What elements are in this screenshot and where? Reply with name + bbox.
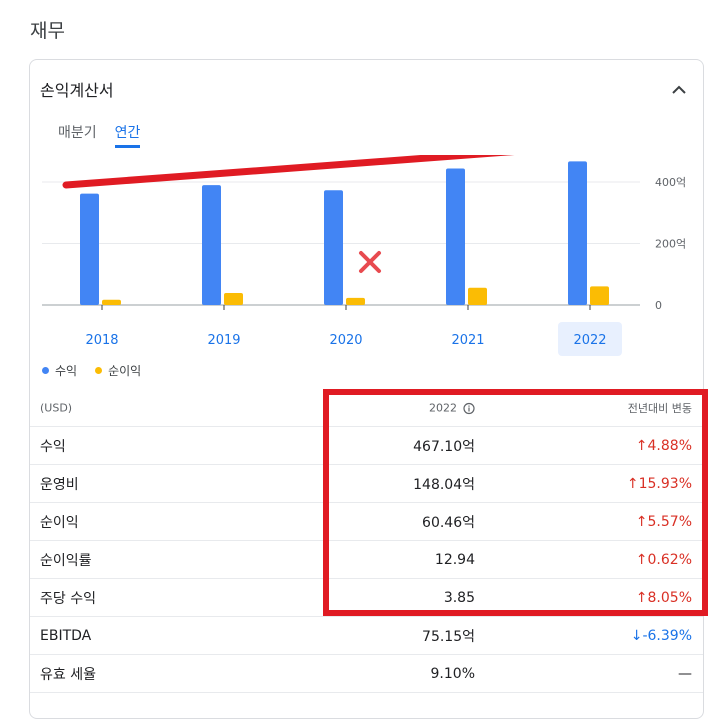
- row-value: 12.94: [434, 551, 475, 568]
- bar-revenue[interactable]: [80, 193, 99, 305]
- row-change-value: 5.57%: [647, 513, 692, 530]
- legend-item-net-income: 순이익: [95, 362, 141, 379]
- row-change: ↑5.57%: [636, 514, 692, 530]
- row-change-value: —: [678, 665, 692, 682]
- change-column-header: 전년대비 변동: [627, 402, 692, 415]
- legend-dot-net-income: [95, 367, 103, 374]
- row-change: ↑8.05%: [636, 590, 692, 606]
- row-label: 운영비: [40, 476, 79, 493]
- legend-label-revenue: 수익: [55, 364, 78, 378]
- y-tick-label: 200억: [655, 238, 686, 251]
- table-row: 순이익 60.46억 ↑5.57%: [30, 503, 703, 541]
- y-tick-label: 400억: [655, 176, 686, 189]
- y-tick-label: 0: [655, 299, 662, 312]
- x-tick-label[interactable]: 2021: [451, 333, 484, 348]
- row-value: 148.04억: [413, 476, 475, 493]
- chevron-up-icon: [672, 85, 686, 94]
- table-row: 유효 세율 9.10% —: [30, 655, 703, 693]
- row-change-value: 15.93%: [638, 475, 692, 492]
- row-label: 순이익률: [40, 552, 92, 569]
- arrow-up-icon: ↑: [635, 589, 648, 606]
- bar-revenue[interactable]: [568, 161, 587, 305]
- x-tick-label[interactable]: 2018: [85, 333, 118, 348]
- bar-net-income[interactable]: [468, 287, 487, 305]
- table-header: (USD) 2022 전년대비 변동: [30, 390, 703, 427]
- financial-table: (USD) 2022 전년대비 변동 수익 467.10억 ↑4.88% 운영비 148…: [30, 390, 703, 693]
- section-title: 재무: [30, 20, 65, 42]
- tab-quarterly[interactable]: 매분기: [58, 122, 97, 148]
- card-title: 손익계산서: [40, 81, 114, 100]
- bar-net-income[interactable]: [102, 299, 121, 305]
- annotation-trend-line: [62, 155, 515, 189]
- row-value: 60.46억: [422, 514, 475, 531]
- row-label: 수익: [40, 438, 66, 455]
- row-change: —: [678, 666, 692, 682]
- table-row: 수익 467.10억 ↑4.88%: [30, 427, 703, 465]
- income-chart: 0 200억 400억 2018 2019 2020 2021 2022: [42, 155, 686, 348]
- bar-net-income[interactable]: [590, 286, 609, 305]
- legend-label-net-income: 순이익: [108, 364, 142, 378]
- row-value: 3.85: [443, 589, 475, 606]
- row-label: EBITDA: [40, 627, 92, 644]
- bar-net-income[interactable]: [346, 297, 365, 305]
- currency-label: (USD): [40, 401, 73, 415]
- row-change-value: -6.39%: [642, 627, 692, 644]
- table-body: 수익 467.10억 ↑4.88% 운영비 148.04억 ↑15.93% 순이익 60.46…: [30, 427, 703, 693]
- row-change: ↑4.88%: [636, 438, 692, 454]
- info-icon[interactable]: [463, 402, 475, 414]
- row-value: 9.10%: [430, 665, 475, 682]
- table-row: EBITDA 75.15억 ↓-6.39%: [30, 617, 703, 655]
- year-header-label: 2022: [429, 401, 457, 415]
- tab-annual[interactable]: 연간: [114, 122, 141, 148]
- arrow-up-icon: ↑: [635, 513, 648, 530]
- year-column-header: 2022: [429, 402, 475, 415]
- arrow-up-icon: ↑: [635, 551, 648, 568]
- bar-revenue[interactable]: [446, 168, 465, 305]
- x-tick-label[interactable]: 2020: [329, 333, 362, 348]
- row-change-value: 0.62%: [647, 551, 692, 568]
- table-row: 운영비 148.04억 ↑15.93%: [30, 465, 703, 503]
- legend-dot-revenue: [42, 367, 49, 374]
- row-label: 주당 수익: [40, 590, 96, 607]
- period-tabs: 매분기 연간: [58, 122, 141, 148]
- row-label: 유효 세율: [40, 666, 96, 683]
- row-change-value: 4.88%: [647, 437, 692, 454]
- bar-revenue[interactable]: [202, 185, 221, 305]
- x-tick-label[interactable]: 2019: [207, 333, 240, 348]
- x-tick-label[interactable]: 2022: [573, 333, 606, 348]
- row-value: 467.10억: [413, 438, 475, 455]
- table-row: 순이익률 12.94 ↑0.62%: [30, 541, 703, 579]
- row-change: ↑0.62%: [636, 552, 692, 568]
- income-statement-card: 손익계산서 매분기 연간 0 200억 400억 2018 2019 2020 2021 20…: [29, 59, 704, 719]
- row-label: 순이익: [40, 514, 79, 531]
- table-row: 주당 수익 3.85 ↑8.05%: [30, 579, 703, 617]
- arrow-down-icon: ↓: [630, 627, 643, 644]
- row-value: 75.15억: [422, 628, 475, 645]
- annotation-x-mark: [359, 251, 381, 273]
- arrow-up-icon: ↑: [635, 437, 648, 454]
- arrow-up-icon: ↑: [626, 475, 639, 492]
- row-change: ↑15.93%: [627, 476, 692, 492]
- collapse-button[interactable]: [667, 78, 691, 102]
- row-change-value: 8.05%: [647, 589, 692, 606]
- bar-net-income[interactable]: [224, 293, 243, 305]
- chart-legend: 수익 순이익: [42, 362, 141, 379]
- legend-item-revenue: 수익: [42, 362, 77, 379]
- bar-revenue[interactable]: [324, 190, 343, 305]
- row-change: ↓-6.39%: [631, 628, 692, 644]
